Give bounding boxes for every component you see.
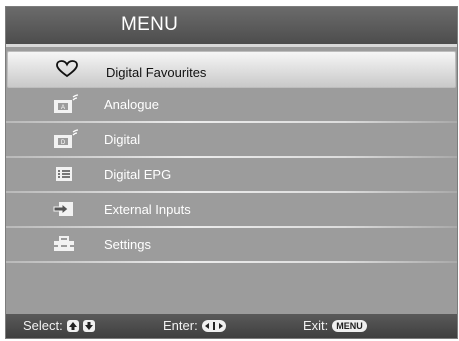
toolbox-icon (54, 236, 74, 251)
arrow-down-key-icon (82, 319, 95, 332)
menu-item-label: Digital (104, 132, 141, 147)
heart-icon (56, 60, 78, 78)
enter-label: Enter: (163, 318, 198, 333)
arrow-up-key-icon (66, 319, 79, 332)
menu-item-label: Digital EPG (104, 167, 172, 182)
menu-item-settings[interactable]: Settings (6, 228, 457, 263)
epg-list-icon (56, 167, 72, 181)
header-divider (6, 44, 457, 47)
menu-title: MENU (121, 14, 179, 35)
menu-item-digital-favourites[interactable]: Digital Favourites (7, 51, 456, 88)
input-arrow-icon (53, 202, 73, 216)
menu-item-label: External Inputs (104, 202, 191, 217)
select-hint: Select: (23, 318, 95, 333)
menu-item-label: Analogue (104, 97, 159, 112)
item-separator (6, 261, 457, 263)
select-label: Select: (23, 318, 63, 333)
exit-label: Exit: (303, 318, 329, 333)
svg-text:D: D (61, 140, 66, 146)
menu-list: Digital Favourites A Analogue D Digital (6, 51, 457, 263)
menu-item-digital-epg[interactable]: Digital EPG (6, 158, 457, 193)
analogue-tv-icon: A (54, 94, 79, 113)
digital-tv-icon: D (54, 129, 79, 148)
menu-item-label: Settings (104, 237, 151, 252)
menu-item-external-inputs[interactable]: External Inputs (6, 193, 457, 228)
enter-hint: Enter: (163, 318, 226, 333)
menu-header: MENU (6, 7, 457, 44)
tv-menu-screen: MENU Digital Favourites A Analogue D Dig… (5, 6, 458, 339)
menu-key-icon: MENU (332, 319, 367, 332)
menu-item-label: Digital Favourites (106, 65, 207, 80)
exit-hint: Exit: MENU (303, 318, 367, 333)
button-guide-bar: Select: Enter: Exit: MENU (6, 314, 457, 338)
menu-item-digital[interactable]: D Digital (6, 123, 457, 158)
ok-key-icon (201, 319, 226, 332)
menu-item-analogue[interactable]: A Analogue (6, 88, 457, 123)
svg-text:A: A (61, 105, 65, 111)
